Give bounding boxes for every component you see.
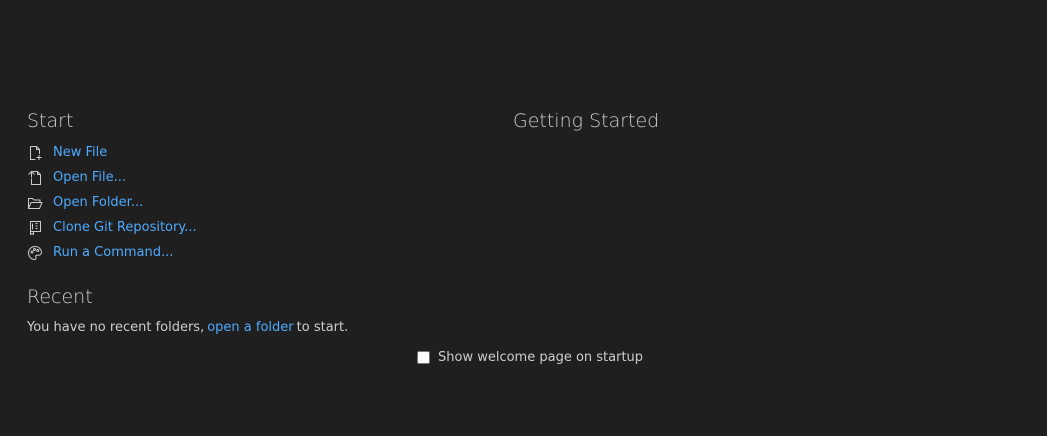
open-file-link[interactable]: Open File... [53, 170, 126, 185]
git-repo-icon [27, 220, 43, 236]
start-item-run-command[interactable]: Run a Command... [27, 240, 467, 265]
palette-icon [27, 245, 43, 261]
welcome-footer: Show welcome page on startup [417, 349, 643, 365]
open-folder-inline-link[interactable]: open a folder [207, 320, 293, 335]
open-folder-link[interactable]: Open Folder... [53, 195, 143, 210]
start-item-new-file[interactable]: New File [27, 140, 467, 165]
new-file-icon [27, 145, 43, 161]
open-folder-icon [27, 195, 43, 211]
start-title: Start [27, 110, 74, 132]
start-item-open-folder[interactable]: Open Folder... [27, 190, 467, 215]
show-welcome-label[interactable]: Show welcome page on startup [438, 350, 643, 365]
start-list: New File Open File... Open Folder... Clo… [27, 140, 467, 265]
clone-git-link[interactable]: Clone Git Repository... [53, 220, 197, 235]
recent-text-after: to start. [296, 320, 349, 335]
new-file-link[interactable]: New File [53, 145, 107, 160]
welcome-page: Start New File Open File... Open Folder.… [0, 0, 1047, 436]
recent-title: Recent [27, 286, 93, 308]
start-item-open-file[interactable]: Open File... [27, 165, 467, 190]
open-file-icon [27, 170, 43, 186]
run-command-link[interactable]: Run a Command... [53, 245, 173, 260]
start-item-clone-git[interactable]: Clone Git Repository... [27, 215, 467, 240]
recent-text-before: You have no recent folders, [27, 320, 205, 335]
recent-message: You have no recent folders, open a folder… [27, 319, 467, 337]
start-section: Start New File Open File... Open Folder.… [27, 108, 467, 337]
show-welcome-checkbox[interactable] [417, 350, 430, 364]
getting-started-title: Getting Started [513, 110, 660, 132]
getting-started-section: Getting Started [513, 108, 659, 134]
